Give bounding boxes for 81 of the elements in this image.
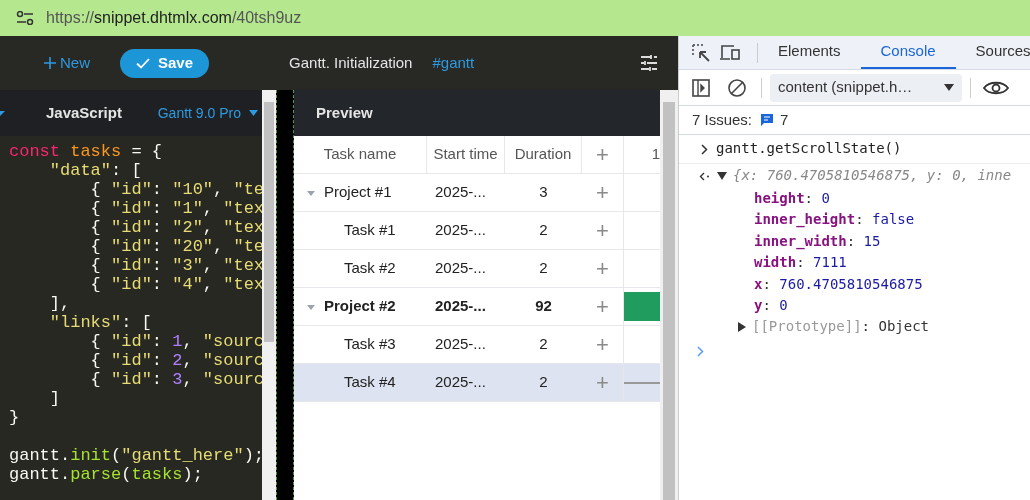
settings-icon[interactable] bbox=[640, 54, 658, 72]
dropdown-caret-icon[interactable] bbox=[0, 109, 5, 117]
task-row[interactable]: Task #1 2025-... 2 + bbox=[294, 212, 660, 250]
console-command: gantt.getScrollState() bbox=[716, 139, 902, 159]
check-icon bbox=[136, 57, 150, 69]
issues-counter[interactable]: 7 bbox=[760, 108, 789, 132]
task-name: Task #3 bbox=[344, 334, 396, 355]
editor-scrollbar[interactable] bbox=[262, 90, 276, 500]
result-summary[interactable]: {x: 760.4705810546875, y: 0, inne bbox=[733, 165, 1012, 187]
prompt-chevron-icon bbox=[697, 345, 704, 357]
url-text[interactable]: https://snippet.dhtmlx.com/40tsh9uz bbox=[46, 6, 302, 30]
clear-console-icon[interactable] bbox=[727, 77, 747, 98]
duration: 3 bbox=[539, 182, 548, 203]
task-name: Project #1 bbox=[324, 182, 392, 203]
duration: 2 bbox=[539, 372, 548, 393]
language-tab[interactable]: JavaScript bbox=[46, 101, 122, 125]
task-name: Task #2 bbox=[344, 258, 396, 279]
message-icon bbox=[760, 113, 775, 127]
start-time: 2025-... bbox=[435, 258, 486, 279]
object-property: y: 0 bbox=[754, 296, 788, 316]
caret-icon bbox=[249, 110, 258, 116]
preview-scrollbar[interactable] bbox=[660, 90, 678, 500]
start-time: 2025-... bbox=[435, 296, 486, 317]
duration: 2 bbox=[539, 334, 548, 355]
snippet-tag[interactable]: #gantt bbox=[432, 51, 475, 75]
eye-icon[interactable] bbox=[983, 79, 1009, 96]
duration: 2 bbox=[539, 220, 548, 241]
version-dropdown[interactable]: Gantt 9.0 Pro bbox=[157, 102, 258, 124]
caret-icon bbox=[944, 84, 954, 91]
expand-triangle-icon[interactable] bbox=[738, 322, 746, 333]
start-time: 2025-... bbox=[435, 220, 486, 241]
new-button[interactable]: New bbox=[44, 51, 90, 75]
expand-triangle-icon[interactable] bbox=[717, 172, 727, 180]
plus-icon bbox=[44, 57, 56, 69]
inspect-element-icon[interactable] bbox=[691, 42, 711, 63]
code-line: ], bbox=[48, 294, 71, 313]
panel-splitter[interactable] bbox=[276, 90, 294, 500]
devtools-tab[interactable]: Sources bbox=[955, 36, 1030, 69]
object-property: inner_height: false bbox=[754, 210, 915, 230]
task-name: Task #1 bbox=[344, 220, 396, 241]
code-line: gantt.init("gantt_here"); bbox=[9, 446, 262, 465]
object-property: inner_width: 15 bbox=[754, 231, 881, 252]
code-line: { "id": 1, "sourc bbox=[89, 332, 262, 351]
object-property: width: 7111 bbox=[754, 253, 847, 273]
column-header[interactable]: Duration bbox=[505, 136, 582, 173]
task-row[interactable]: Task #3 2025-... 2 + bbox=[294, 326, 660, 364]
object-property: height: 0 bbox=[754, 189, 830, 208]
prototype-property: [[Prototype]]: Object bbox=[752, 317, 930, 337]
code-line: "data": [ bbox=[48, 161, 142, 180]
code-line: { "id": 2, "sourc bbox=[89, 351, 262, 370]
timeline-line bbox=[624, 381, 660, 384]
code-line: "links": [ bbox=[48, 313, 152, 332]
duration: 92 bbox=[535, 296, 552, 317]
issues-label: 7 Issues: bbox=[692, 109, 753, 130]
device-toolbar-icon[interactable] bbox=[719, 42, 741, 63]
code-line: { "id": 3, "sourc bbox=[89, 370, 262, 389]
preview-title: Preview bbox=[316, 102, 373, 123]
column-header[interactable]: Start time bbox=[427, 136, 505, 173]
context-dropdown[interactable]: content (snippet.h… bbox=[770, 73, 962, 102]
start-time: 2025-... bbox=[435, 334, 486, 355]
object-property: x: 760.4705810546875 bbox=[754, 274, 923, 294]
devtools-tab[interactable]: Elements bbox=[758, 36, 861, 69]
task-row[interactable]: Task #2 2025-... 2 + bbox=[294, 250, 660, 288]
code-line: } bbox=[9, 408, 20, 427]
start-time: 2025-... bbox=[435, 182, 486, 203]
code-line: const tasks = { bbox=[9, 142, 163, 161]
prompt-chevron-icon bbox=[701, 143, 708, 155]
task-name: Project #2 bbox=[324, 296, 396, 317]
snippet-title: Gantt. Initialization bbox=[289, 52, 413, 73]
duration: 2 bbox=[539, 258, 548, 279]
devtools-tab[interactable]: Console bbox=[860, 36, 956, 69]
timeline-scale-label: 1 bbox=[651, 144, 660, 165]
result-arrow-icon bbox=[699, 171, 711, 181]
start-time: 2025-... bbox=[435, 372, 486, 393]
sidebar-toggle-icon[interactable] bbox=[691, 77, 711, 98]
task-name: Task #4 bbox=[344, 372, 396, 393]
code-line: gantt.parse(tasks); bbox=[9, 465, 203, 484]
column-header[interactable]: Task name bbox=[294, 136, 427, 173]
site-settings-icon[interactable] bbox=[16, 11, 34, 25]
task-row[interactable]: Task #4 2025-... 2 + bbox=[294, 364, 660, 402]
code-line: ] bbox=[48, 389, 60, 408]
